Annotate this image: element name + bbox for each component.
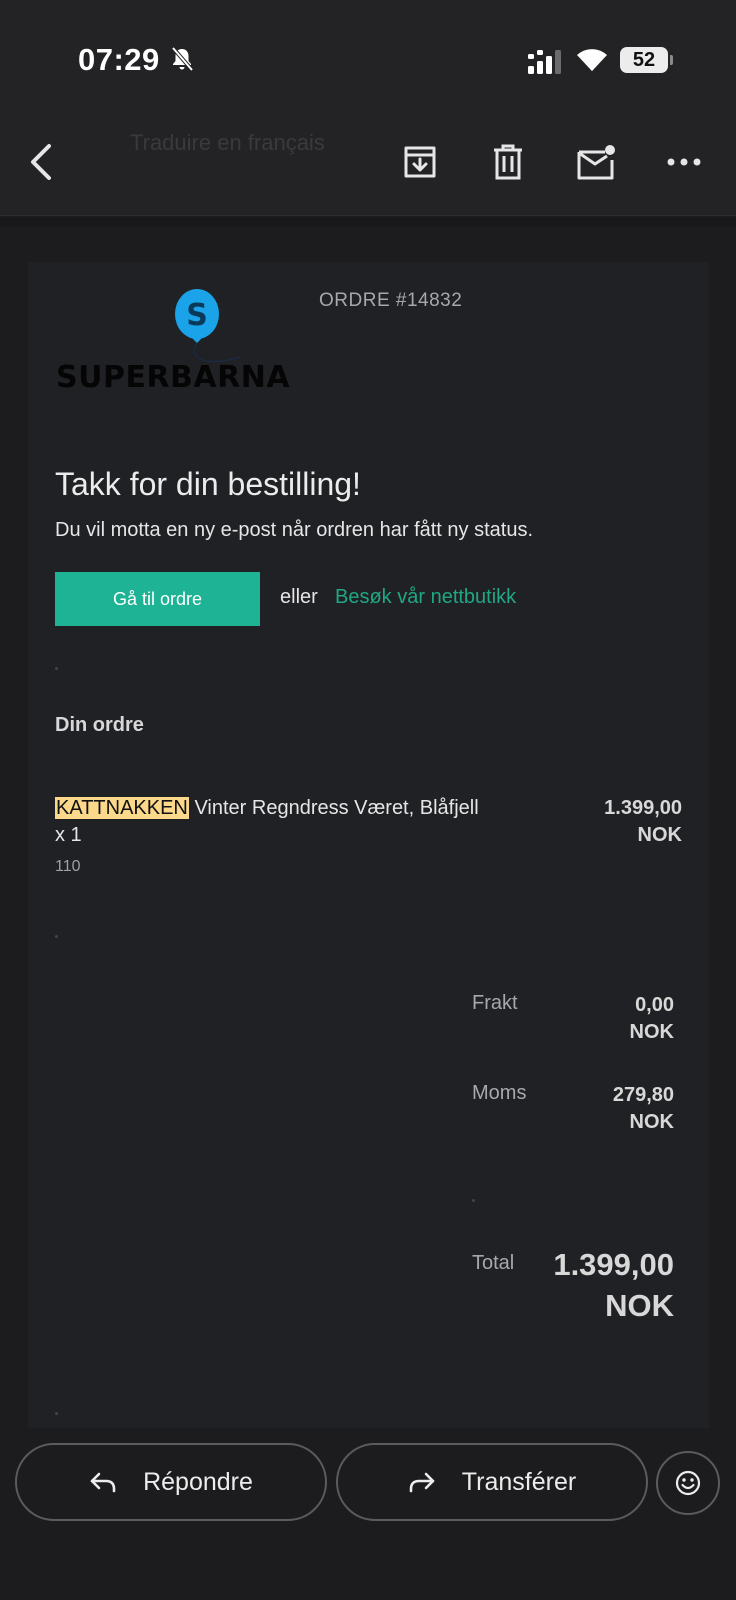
subtitle: Du vil motta en ny e-post når ordren har… [55, 519, 534, 541]
superbarna-logo: S SUPERBARNA [56, 288, 296, 408]
bell-off-icon [171, 46, 194, 72]
status-bar: 07:29 52 [0, 0, 736, 110]
order-item: KATTNAKKEN Vinter Regndress Været, Blåfj… [55, 795, 525, 849]
or-text: eller [280, 586, 318, 608]
back-arrow-icon[interactable] [20, 140, 64, 184]
signal-icon [528, 50, 561, 74]
forward-button[interactable]: Transférer [336, 1443, 648, 1521]
archive-icon[interactable] [398, 140, 442, 184]
go-to-order-button[interactable]: Gå til ordre [55, 572, 260, 626]
spacer-dot [55, 935, 58, 938]
spacer-dot [472, 1199, 475, 1202]
section-title: Din ordre [55, 714, 144, 736]
heading: Takk for din bestilling! [55, 466, 361, 502]
forward-icon [409, 1472, 435, 1493]
clock: 07:29 [78, 42, 160, 77]
vat-value: 279,80 NOK [612, 1084, 674, 1133]
battery-icon: 52 [620, 47, 673, 73]
vat-label: Moms [472, 1082, 527, 1104]
trash-icon[interactable] [486, 140, 530, 184]
email-body: S SUPERBARNA ORDRE #14832 Takk for din b… [28, 262, 709, 1428]
item-quantity: x 1 [55, 824, 82, 846]
translate-ghost-text: Traduire en français [130, 130, 325, 155]
spacer-dot [55, 667, 58, 670]
divider [0, 217, 736, 227]
item-brand: KATTNAKKEN [55, 797, 189, 819]
total-value: 1.399,00 NOK [553, 1247, 674, 1323]
logo-wordmark: SUPERBARNA [56, 360, 291, 395]
reply-button[interactable]: Répondre [15, 1443, 327, 1521]
item-size: 110 [55, 858, 81, 875]
smiley-icon [675, 1470, 701, 1496]
order-number: ORDRE #14832 [319, 290, 463, 311]
mark-unread-icon[interactable] [574, 140, 618, 184]
svg-text:S: S [186, 298, 208, 333]
shipping-value: 0,00 NOK [629, 994, 674, 1043]
item-name: Vinter Regndress Været, Blåfjell [194, 797, 479, 819]
forward-label: Transférer [461, 1467, 577, 1496]
visit-shop-link[interactable]: Besøk vår nettbutikk [335, 586, 516, 609]
emoji-reaction-button[interactable] [656, 1451, 720, 1515]
email-toolbar: Traduire en français [0, 110, 736, 216]
reply-icon [90, 1472, 116, 1493]
item-price: 1.399,00 NOK [604, 797, 682, 846]
reply-label: Répondre [143, 1467, 253, 1496]
bottom-action-bar: Répondre Transférer [0, 1428, 736, 1600]
shipping-label: Frakt [472, 992, 518, 1014]
spacer-dot [55, 1412, 58, 1415]
wifi-icon [577, 49, 607, 71]
more-icon[interactable] [662, 140, 706, 184]
